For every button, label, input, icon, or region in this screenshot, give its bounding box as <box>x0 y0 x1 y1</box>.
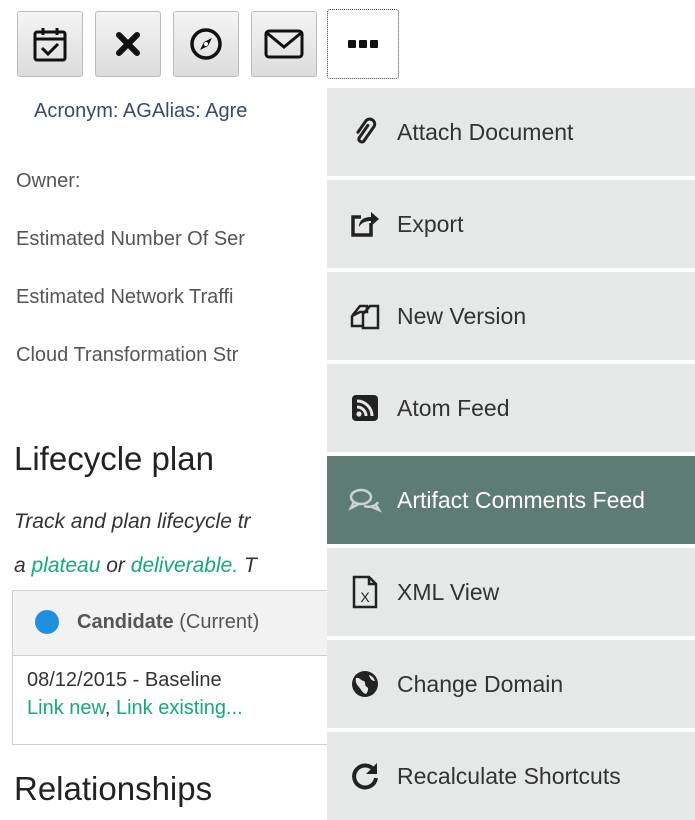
owner-label: Owner: <box>16 170 81 192</box>
menu-item-label: Artifact Comments Feed <box>397 486 645 513</box>
envelope-icon <box>264 29 304 59</box>
compass-button[interactable] <box>173 11 239 77</box>
compass-icon <box>190 28 222 60</box>
menu-item-label: Export <box>397 210 464 237</box>
lifecycle-heading: Lifecycle plan <box>14 440 214 477</box>
menu-item-atom-feed[interactable]: Atom Feed <box>327 364 695 452</box>
menu-item-label: XML View <box>397 578 500 605</box>
baseline-date: 08/12/2015 - Baseline <box>27 669 222 691</box>
comments-icon <box>345 480 385 520</box>
refresh-icon <box>345 756 385 796</box>
link-separator: , <box>104 697 116 719</box>
menu-item-label: Change Domain <box>397 670 564 697</box>
more-actions-button[interactable] <box>327 9 399 79</box>
link-actions: Link new, Link existing... <box>27 697 243 720</box>
link-new-link[interactable]: Link new <box>27 697 105 719</box>
candidate-state: (Current) <box>173 611 260 633</box>
lifecycle-description-line1: Track and plan lifecycle tr <box>14 510 251 533</box>
email-button[interactable] <box>251 11 317 77</box>
close-button[interactable] <box>95 11 161 77</box>
acronym-alias-text: Acronym: AGAlias: Agre <box>34 100 248 122</box>
export-icon <box>345 204 385 244</box>
lifecycle-table: Candidate (Current) 08/12/2015 - Baselin… <box>12 590 342 745</box>
traffic-label: Estimated Network Traffi <box>16 286 234 308</box>
copy-versions-icon <box>345 296 385 336</box>
lifecycle-table-header: Candidate (Current) <box>13 591 341 656</box>
cloud-label: Cloud Transformation Str <box>16 344 239 366</box>
menu-item-export[interactable]: Export <box>327 180 695 268</box>
plateau-link[interactable]: plateau <box>32 554 101 577</box>
menu-item-label: Attach Document <box>397 118 574 145</box>
lifecycle-description-line2: a plateau or deliverable. T <box>14 554 257 578</box>
status-dot-icon <box>35 610 59 634</box>
menu-item-recalculate-shortcuts[interactable]: Recalculate Shortcuts <box>327 732 695 820</box>
candidate-label: Candidate <box>77 611 174 633</box>
relationships-heading: Relationships <box>14 770 213 807</box>
paperclip-icon <box>345 112 385 152</box>
menu-item-attach-document[interactable]: Attach Document <box>327 88 695 176</box>
close-icon <box>116 32 140 56</box>
servers-label: Estimated Number Of Ser <box>16 228 245 250</box>
svg-text:X: X <box>360 589 370 605</box>
deliverable-link[interactable]: deliverable. <box>131 554 238 577</box>
menu-item-new-version[interactable]: New Version <box>327 272 695 360</box>
menu-item-label: New Version <box>397 302 527 329</box>
menu-item-label: Atom Feed <box>397 394 510 421</box>
menu-item-artifact-comments-feed[interactable]: Artifact Comments Feed <box>327 456 695 544</box>
xml-file-icon: X <box>345 572 385 612</box>
link-existing-link[interactable]: Link existing... <box>116 697 243 719</box>
calendar-check-button[interactable] <box>17 11 83 77</box>
desc-text-tail: T <box>238 554 257 577</box>
rss-icon <box>345 388 385 428</box>
more-actions-menu: Attach Document Export New Version Atom … <box>327 84 695 820</box>
menu-item-xml-view[interactable]: X XML View <box>327 548 695 636</box>
menu-item-label: Recalculate Shortcuts <box>397 762 621 789</box>
desc-text-or: or <box>100 554 131 577</box>
menu-item-change-domain[interactable]: Change Domain <box>327 640 695 728</box>
desc-text-a: a <box>14 554 32 577</box>
candidate-status: Candidate (Current) <box>77 611 259 634</box>
globe-icon <box>345 664 385 704</box>
calendar-check-icon <box>33 28 67 62</box>
ellipsis-icon <box>348 40 378 48</box>
toolbar <box>0 0 695 88</box>
